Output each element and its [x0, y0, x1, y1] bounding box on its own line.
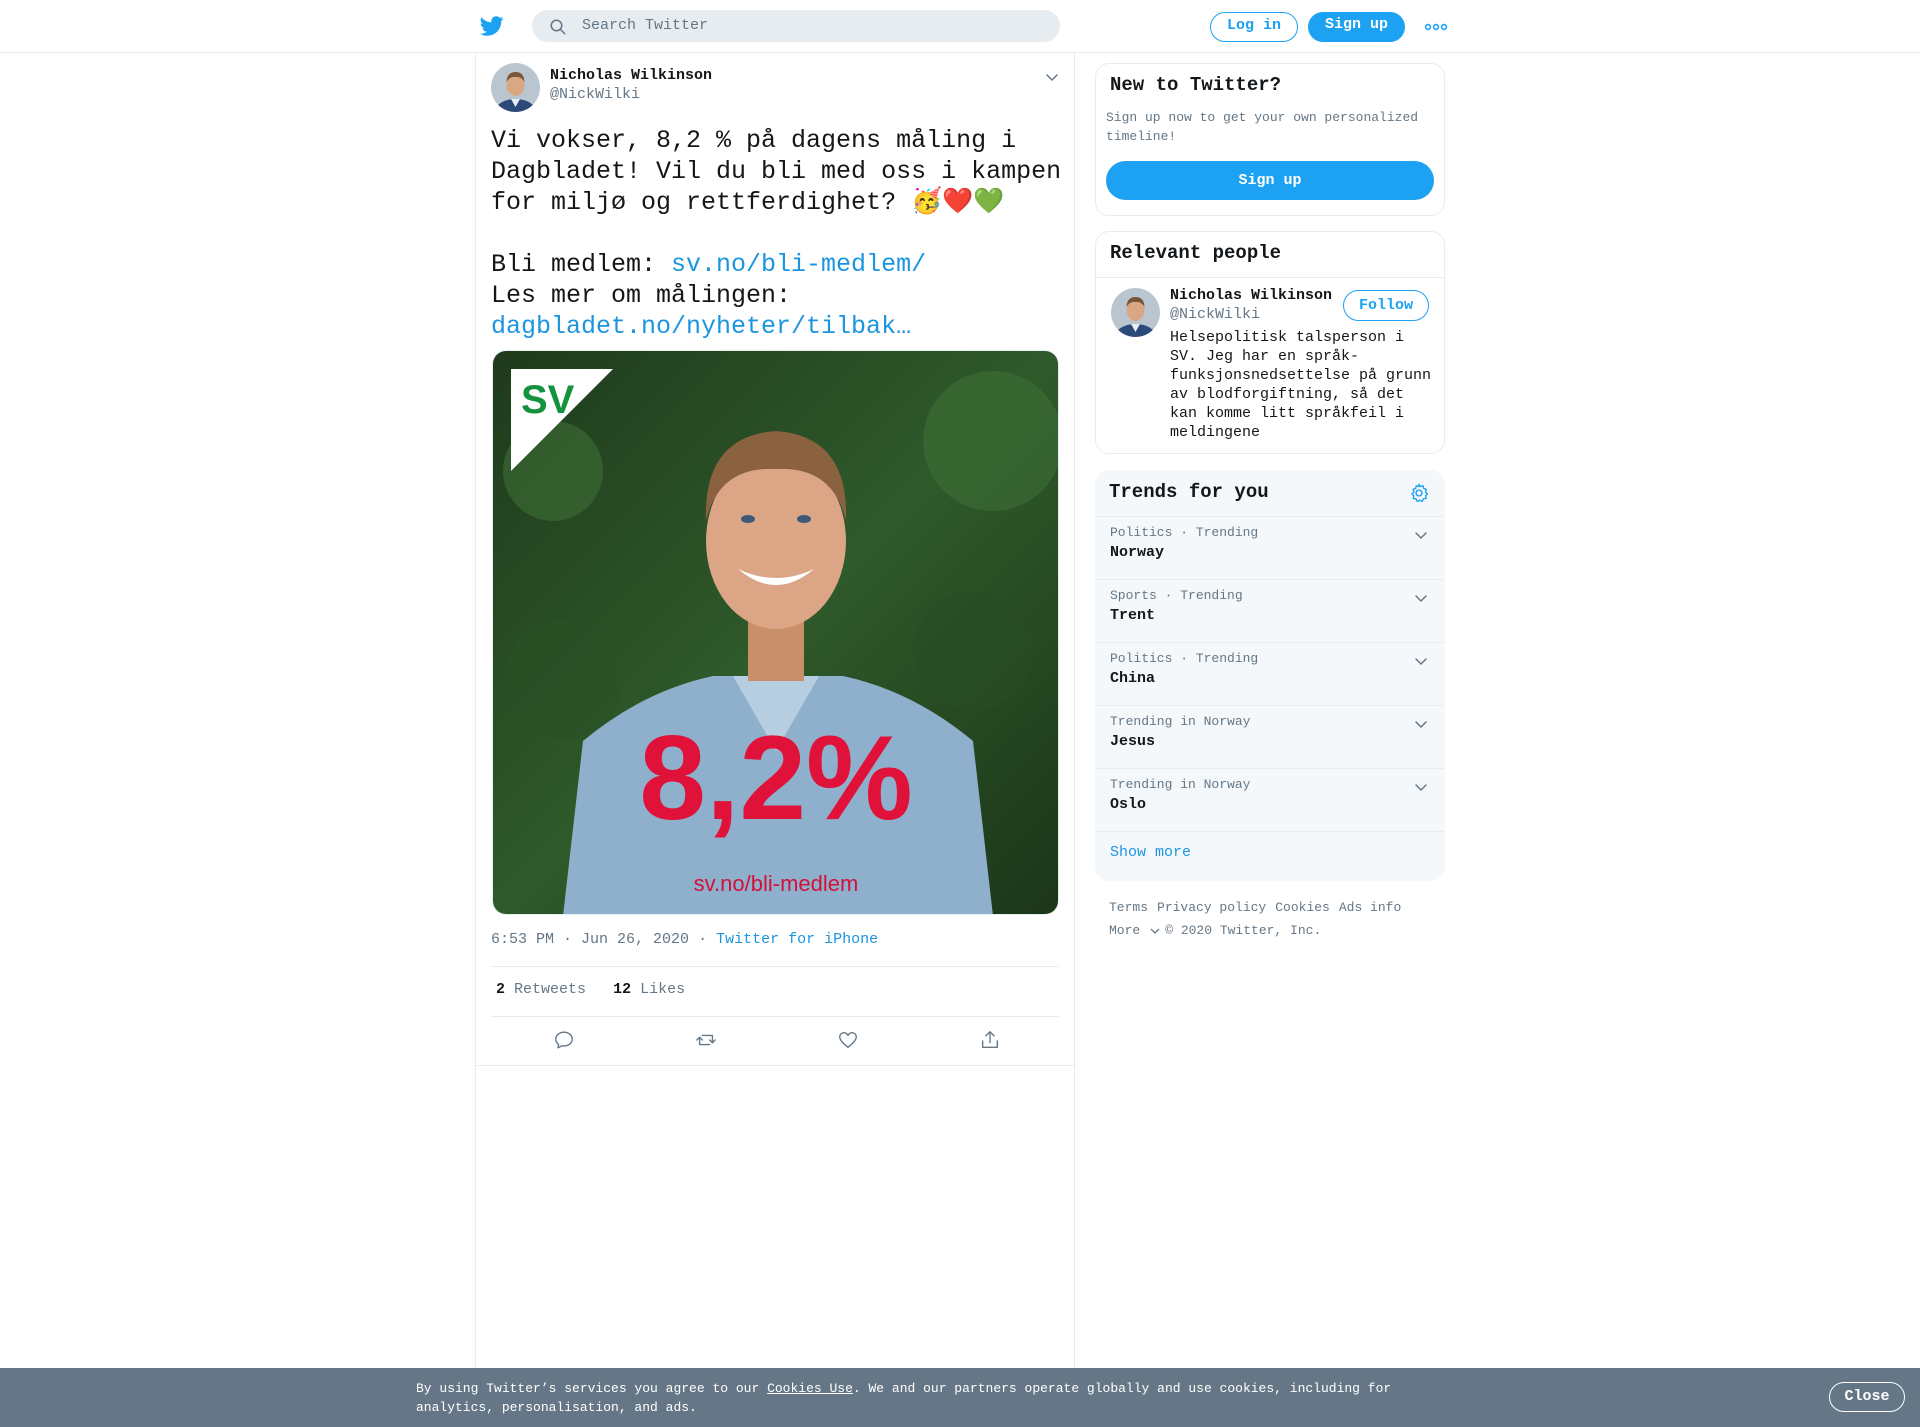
footer-more-label: More [1109, 923, 1141, 938]
tweet-stats: 2 Retweets 12 Likes [496, 981, 685, 998]
chevron-down-icon[interactable] [1413, 590, 1429, 606]
image-percent-text: 8,2% [639, 711, 913, 845]
trend-item[interactable]: Sports · Trending Trent [1095, 579, 1445, 642]
chevron-down-icon[interactable] [1413, 779, 1429, 795]
footer-ads-link[interactable]: Ads info [1339, 900, 1401, 915]
read-more-prefix: Les mer om målingen: [491, 281, 792, 310]
like-icon[interactable] [837, 1029, 859, 1051]
author-avatar[interactable] [491, 63, 540, 112]
tweet-meta: 6:53 PM · Jun 26, 2020 · Twitter for iPh… [491, 931, 878, 948]
trend-category: Politics · Trending [1110, 525, 1259, 540]
trends-card: Trends for you Politics · Trending Norwa… [1095, 470, 1445, 881]
chevron-down-icon[interactable] [1044, 69, 1060, 85]
trend-item[interactable]: Politics · Trending China [1095, 642, 1445, 705]
search-input[interactable]: Search Twitter [582, 16, 708, 36]
new-to-twitter-title: New to Twitter? [1110, 74, 1282, 96]
cookie-text: By using Twitter’s services you agree to… [416, 1379, 1416, 1417]
chevron-down-icon[interactable] [1413, 527, 1429, 543]
twitter-logo-icon[interactable] [479, 14, 505, 38]
divider [491, 1016, 1059, 1017]
cookie-close-button[interactable]: Close [1829, 1382, 1905, 1412]
relevant-person-avatar[interactable] [1111, 288, 1160, 337]
sidebar-signup-button[interactable]: Sign up [1106, 161, 1434, 200]
likes-count: 12 [613, 981, 632, 998]
footer-privacy-link[interactable]: Privacy policy [1157, 900, 1266, 915]
tweet-body: Vi vokser, 8,2 % på dagens måling i Dagb… [491, 126, 1077, 217]
retweets-count: 2 [496, 981, 506, 998]
trend-name: Norway [1110, 544, 1165, 561]
divider [491, 966, 1059, 967]
search-icon [550, 19, 566, 35]
gear-icon[interactable] [1408, 482, 1430, 504]
new-to-twitter-card: New to Twitter? Sign up now to get your … [1095, 63, 1445, 216]
cookie-banner: By using Twitter’s services you agree to… [0, 1368, 1920, 1427]
relevant-person-handle[interactable]: @NickWilki [1170, 306, 1260, 323]
trend-name: Jesus [1110, 733, 1156, 750]
new-to-twitter-description: Sign up now to get your own personalized… [1106, 110, 1419, 144]
tweet-column: Nicholas Wilkinson @NickWilki Vi vokser,… [475, 53, 1075, 1368]
trend-name: Trent [1110, 607, 1156, 624]
trend-item[interactable]: Politics · Trending Norway [1095, 516, 1445, 579]
join-link[interactable]: sv.no/bli-medlem/ [671, 250, 926, 279]
reply-icon[interactable] [553, 1029, 575, 1051]
share-icon[interactable] [979, 1029, 1001, 1051]
retweet-icon[interactable] [695, 1029, 717, 1051]
join-prefix: Bli medlem: [491, 250, 672, 279]
search-box[interactable]: Search Twitter [532, 10, 1060, 42]
tweet-text: Vi vokser, 8,2 % på dagens måling i Dagb… [491, 125, 1066, 342]
relevant-people-title: Relevant people [1110, 242, 1282, 264]
footer-copyright: © 2020 Twitter, Inc. [1165, 923, 1322, 938]
tweet-image[interactable]: SV 8,2% sv.no/bli-medlem [492, 350, 1059, 915]
tweet-source[interactable]: Twitter for iPhone [716, 931, 878, 948]
footer-more-menu[interactable]: More [1109, 923, 1161, 938]
cookie-text-before: By using Twitter’s services you agree to… [416, 1381, 768, 1396]
footer-cookies-link[interactable]: Cookies [1275, 900, 1330, 915]
retweets-label: Retweets [514, 981, 587, 998]
footer-links: Terms Privacy policy Cookies Ads info More ©… [1109, 896, 1439, 942]
author-handle[interactable]: @NickWilki [550, 86, 640, 103]
likes-label: Likes [640, 981, 686, 998]
footer-terms-link[interactable]: Terms [1109, 900, 1148, 915]
retweets-stat[interactable]: 2 Retweets [496, 981, 586, 998]
trend-name: China [1110, 670, 1156, 687]
show-more-link[interactable]: Show more [1110, 844, 1191, 861]
trend-category: Trending in Norway [1110, 777, 1251, 792]
follow-button[interactable]: Follow [1343, 290, 1429, 321]
divider [1095, 831, 1445, 832]
image-url-text: sv.no/bli-medlem [694, 871, 859, 896]
login-button[interactable]: Log in [1210, 12, 1298, 42]
trend-item[interactable]: Trending in Norway Jesus [1095, 705, 1445, 768]
more-options-icon[interactable] [1424, 20, 1448, 34]
relevant-person-bio: Helsepolitisk talsperson i SV. Jeg har e… [1170, 329, 1432, 441]
trend-name: Oslo [1110, 796, 1147, 813]
tweet-timestamp[interactable]: 6:53 PM · Jun 26, 2020 [491, 931, 689, 948]
sv-logo-text: SV [521, 378, 575, 422]
trend-category: Politics · Trending [1110, 651, 1259, 666]
relevant-people-card: Relevant people Nicholas Wilkinson @Nick… [1095, 231, 1445, 454]
meta-separator: · [698, 931, 708, 948]
relevant-person-name[interactable]: Nicholas Wilkinson [1170, 287, 1332, 304]
chevron-down-icon[interactable] [1413, 716, 1429, 732]
trends-title: Trends for you [1109, 481, 1269, 503]
trend-item[interactable]: Trending in Norway Oslo [1095, 768, 1445, 831]
trend-category: Trending in Norway [1110, 714, 1251, 729]
article-link[interactable]: dagbladet.no/nyheter/tilbak… [491, 312, 911, 341]
trend-category: Sports · Trending [1110, 588, 1243, 603]
signup-button[interactable]: Sign up [1308, 12, 1405, 42]
cookies-use-link[interactable]: Cookies Use [767, 1381, 853, 1396]
divider [1096, 277, 1444, 278]
author-name[interactable]: Nicholas Wilkinson [550, 67, 712, 84]
chevron-down-icon[interactable] [1413, 653, 1429, 669]
chevron-down-icon [1150, 928, 1160, 934]
likes-stat[interactable]: 12 Likes [613, 981, 685, 998]
top-navigation-bar: Search Twitter Log in Sign up [0, 0, 1920, 53]
divider [476, 1065, 1074, 1066]
